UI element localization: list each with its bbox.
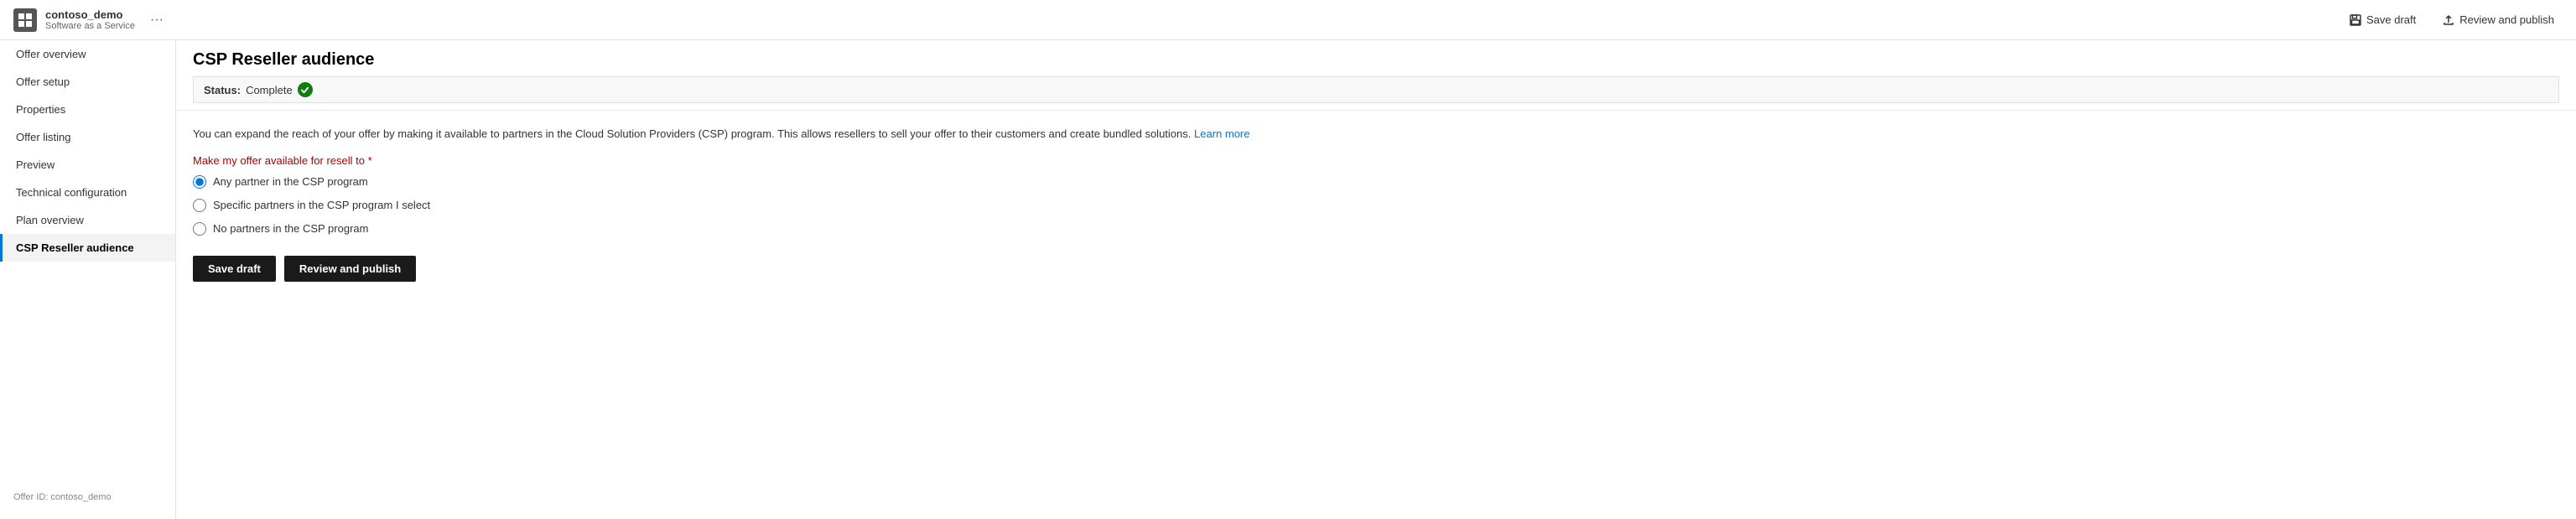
grid-icon	[18, 13, 33, 28]
review-publish-button-top[interactable]: Review and publish	[2434, 8, 2563, 31]
content-header: CSP Reseller audience Status: Complete	[176, 40, 2576, 111]
top-bar: contoso_demo Software as a Service ··· S…	[0, 0, 2576, 40]
review-publish-button-main[interactable]: Review and publish	[284, 256, 416, 282]
save-draft-button-main[interactable]: Save draft	[193, 256, 276, 282]
page-title: CSP Reseller audience	[193, 50, 2559, 70]
radio-specific-partners-label[interactable]: Specific partners in the CSP program I s…	[213, 199, 430, 211]
content-body: You can expand the reach of your offer b…	[176, 111, 2576, 297]
status-label: Status:	[204, 84, 241, 96]
radio-any-partner[interactable]: Any partner in the CSP program	[193, 175, 2559, 189]
content-area: CSP Reseller audience Status: Complete Y…	[176, 40, 2576, 519]
action-buttons: Save draft Review and publish	[193, 256, 2559, 282]
status-complete-icon	[298, 82, 313, 97]
sidebar-item-csp-reseller-audience[interactable]: CSP Reseller audience	[0, 234, 175, 262]
status-value: Complete	[246, 84, 293, 96]
radio-specific-partners-input[interactable]	[193, 199, 206, 212]
main-layout: Offer overview Offer setup Properties Of…	[0, 40, 2576, 519]
app-name: contoso_demo	[45, 8, 135, 21]
required-indicator: *	[368, 154, 372, 167]
radio-group: Any partner in the CSP program Specific …	[193, 175, 2559, 236]
review-publish-label-top: Review and publish	[2459, 13, 2554, 26]
radio-no-partners-label[interactable]: No partners in the CSP program	[213, 222, 368, 235]
app-branding: contoso_demo Software as a Service ···	[13, 8, 170, 32]
sidebar-item-plan-overview[interactable]: Plan overview	[0, 206, 175, 234]
checkmark-icon	[300, 86, 309, 95]
sidebar-item-offer-overview[interactable]: Offer overview	[0, 40, 175, 68]
app-icon	[13, 8, 37, 32]
sidebar-item-properties[interactable]: Properties	[0, 96, 175, 123]
sidebar-offer-id: Offer ID: contoso_demo	[0, 485, 175, 509]
description-text: You can expand the reach of your offer b…	[193, 126, 2559, 143]
app-subtitle: Software as a Service	[45, 21, 135, 31]
radio-any-partner-label[interactable]: Any partner in the CSP program	[213, 175, 368, 188]
save-icon	[2350, 14, 2361, 26]
save-draft-button[interactable]: Save draft	[2341, 8, 2424, 31]
resell-label: Make my offer available for resell to *	[193, 154, 2559, 167]
publish-icon	[2443, 14, 2454, 26]
radio-no-partners[interactable]: No partners in the CSP program	[193, 222, 2559, 236]
radio-specific-partners[interactable]: Specific partners in the CSP program I s…	[193, 199, 2559, 212]
sidebar-item-offer-listing[interactable]: Offer listing	[0, 123, 175, 151]
app-title: contoso_demo Software as a Service	[45, 8, 135, 31]
sidebar: Offer overview Offer setup Properties Of…	[0, 40, 176, 519]
top-bar-actions: Save draft Review and publish	[2341, 8, 2563, 31]
radio-any-partner-input[interactable]	[193, 175, 206, 189]
sidebar-item-preview[interactable]: Preview	[0, 151, 175, 179]
more-options-icon[interactable]: ···	[143, 9, 170, 31]
radio-no-partners-input[interactable]	[193, 222, 206, 236]
learn-more-link[interactable]: Learn more	[1194, 127, 1249, 140]
save-draft-label: Save draft	[2366, 13, 2416, 26]
status-bar: Status: Complete	[193, 76, 2559, 103]
sidebar-item-technical-configuration[interactable]: Technical configuration	[0, 179, 175, 206]
sidebar-item-offer-setup[interactable]: Offer setup	[0, 68, 175, 96]
